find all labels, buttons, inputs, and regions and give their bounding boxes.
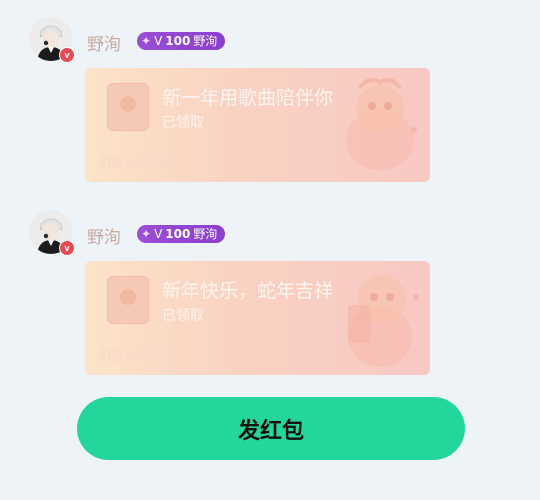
level-badge: ✦ V 100 野洵 [137, 32, 226, 50]
red-packet-title: 新年快乐，蛇年吉祥 [162, 280, 334, 302]
avatar[interactable]: v [29, 210, 75, 256]
red-packet-card[interactable]: 新年快乐，蛇年吉祥 已领取 明星勋章红包 [85, 261, 430, 375]
send-red-packet-button[interactable]: 发红包 [77, 397, 465, 460]
username[interactable]: 野洵 [87, 223, 121, 248]
level-number: 100 [165, 34, 191, 48]
sparkle-icon: ✦ [141, 227, 152, 241]
avatar[interactable]: v [29, 17, 75, 63]
red-packet-title: 新一年用歌曲陪伴你 [162, 87, 334, 109]
red-packet-type: 明星勋章红包 [98, 156, 177, 171]
level-badge: ✦ V 100 野洵 [137, 225, 226, 243]
level-prefix: V [154, 227, 163, 241]
chat-message: v 野洵 ✦ V 100 野洵 新年快乐，蛇年吉祥 已领取 明星勋章红包 [0, 205, 540, 385]
level-prefix: V [154, 34, 163, 48]
snake-mascot-icon [346, 78, 417, 170]
level-name: 野洵 [193, 227, 218, 241]
red-packet-status: 已领取 [162, 308, 204, 324]
chat-message: v 野洵 ✦ V 100 野洵 新一年用歌曲陪伴你 已领取 明星勋章红包 [0, 12, 540, 192]
snake-mascot-icon [348, 275, 419, 367]
red-envelope-icon [107, 83, 149, 131]
red-packet-status: 已领取 [162, 115, 204, 131]
level-number: 100 [165, 227, 191, 241]
red-packet-card[interactable]: 新一年用歌曲陪伴你 已领取 明星勋章红包 [85, 68, 430, 182]
red-packet-type: 明星勋章红包 [98, 349, 177, 364]
verified-badge: v [59, 240, 75, 256]
verified-badge: v [59, 47, 75, 63]
red-envelope-icon [107, 276, 149, 324]
sparkle-icon: ✦ [141, 34, 152, 48]
level-name: 野洵 [193, 34, 218, 48]
username[interactable]: 野洵 [87, 30, 121, 55]
